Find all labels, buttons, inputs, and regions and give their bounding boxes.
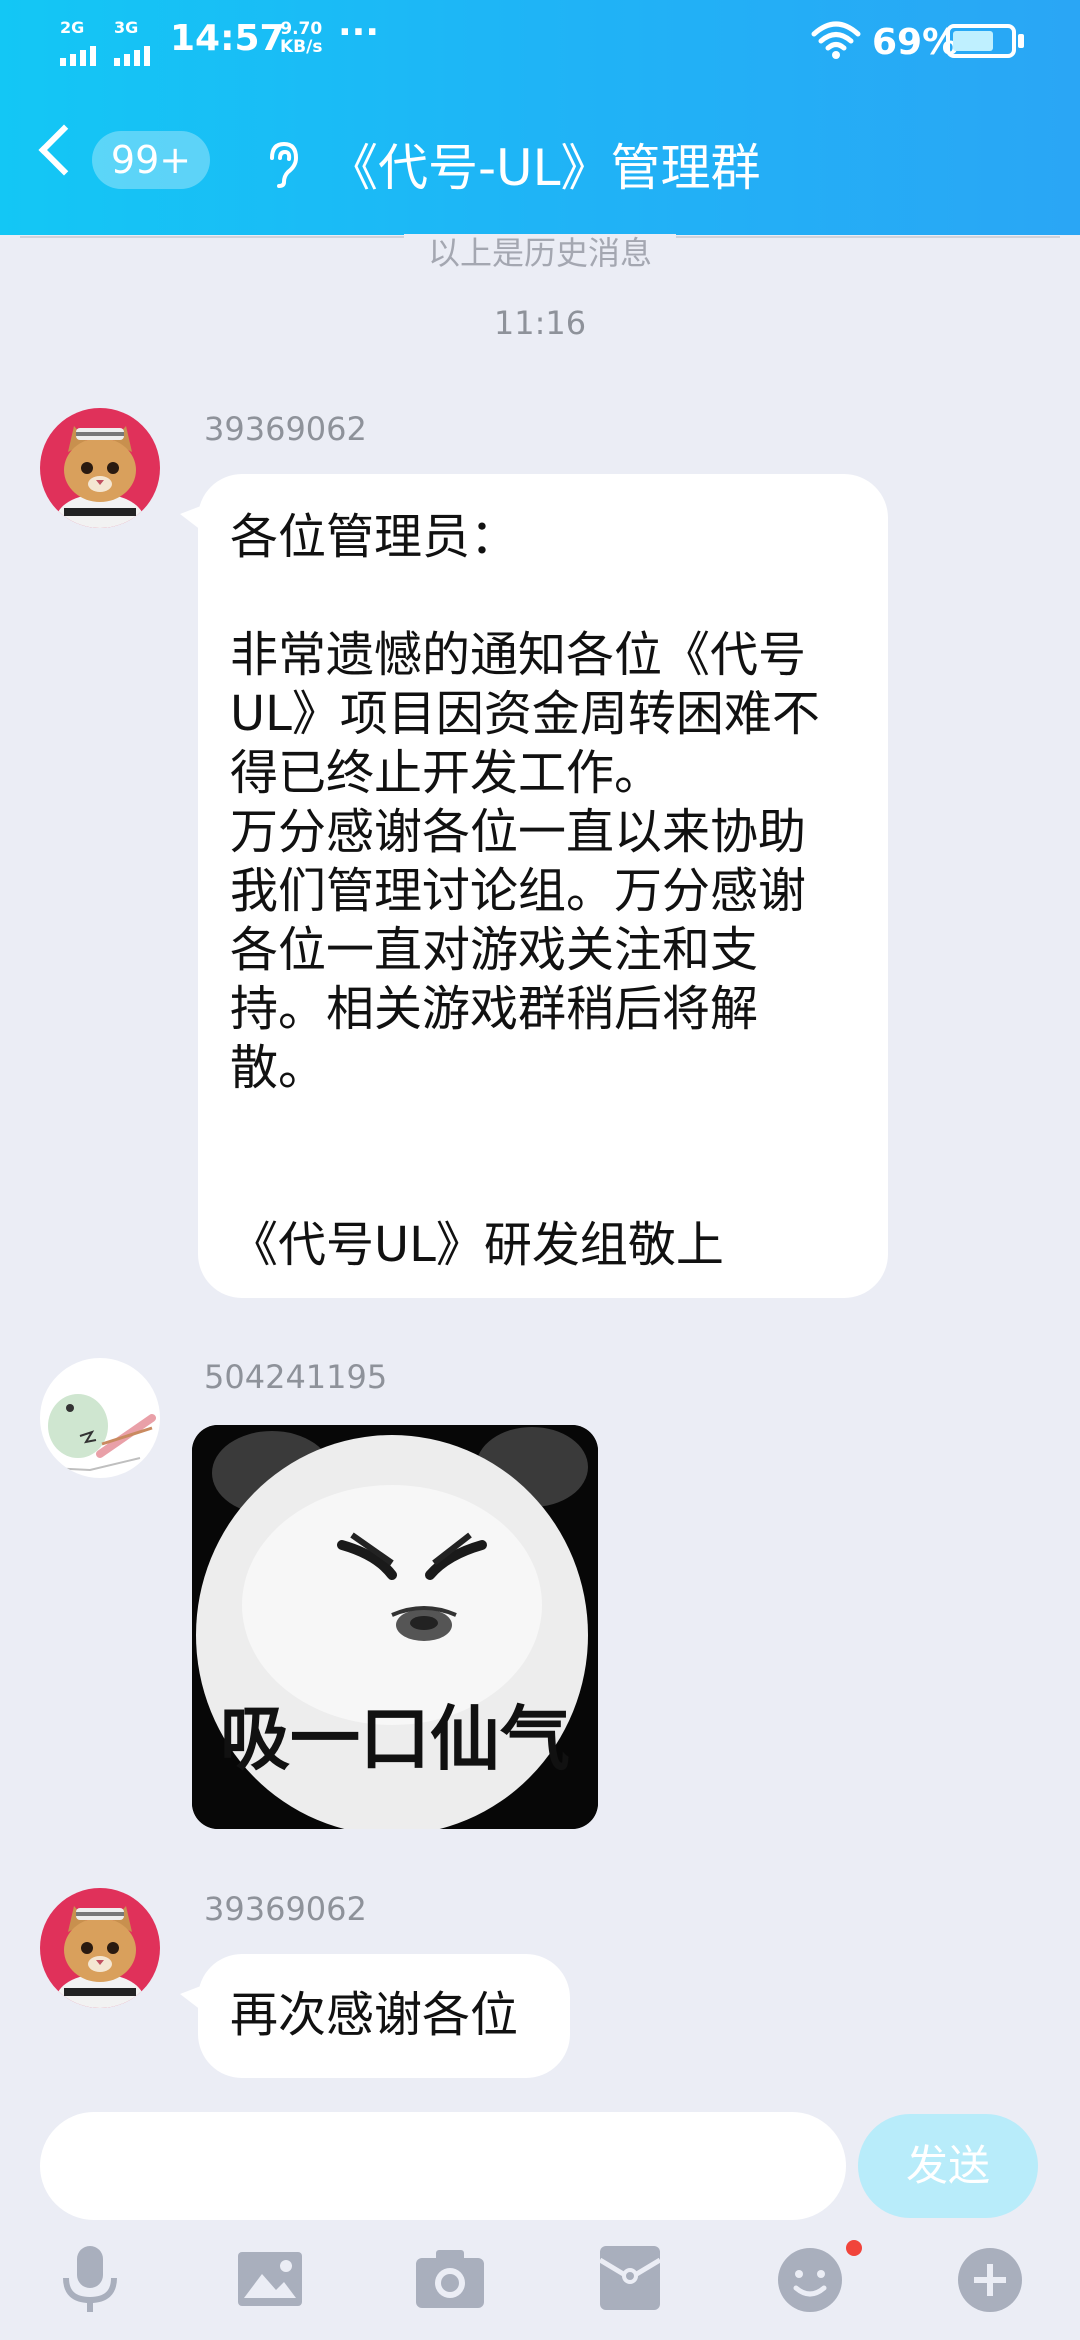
history-divider-text: 以上是历史消息 [403,234,676,272]
avatar[interactable] [40,1358,160,1478]
red-packet-icon[interactable] [590,2238,670,2318]
sender-name: 504241195 [204,1358,388,1396]
more-notifications-icon: ··· [338,12,380,53]
back-arrow-icon[interactable] [38,124,90,176]
status-bar: 2G 3G 14:57 9.70 KB/s ··· 69% [0,0,1080,84]
history-divider: 以上是历史消息 [0,228,1080,274]
network-type-1: 2G [60,18,85,37]
speed-unit: KB/s [280,37,323,57]
message-time-label: 11:16 [493,304,587,342]
microphone-icon[interactable] [50,2238,130,2318]
battery-icon [946,24,1016,58]
unread-count-badge[interactable]: 99+ [92,131,210,189]
message-bubble[interactable]: 再次感谢各位 [180,1954,570,2078]
plus-icon[interactable] [950,2238,1030,2318]
sticker-image[interactable]: 吸一口仙气 [192,1425,598,1829]
clock: 14:57 [170,18,285,59]
message-text: 再次感谢各位 [230,1987,519,2043]
avatar[interactable] [40,408,160,528]
network-type-2: 3G [114,18,139,37]
chat-header: 2G 3G 14:57 9.70 KB/s ··· 69% 99+ 《代号-UL… [0,0,1080,235]
wifi-icon [811,21,861,59]
network-speed: 9.70 KB/s [280,20,322,56]
message-bubble[interactable]: 各位管理员： 非常遗憾的通知各位《代号 UL》项目因资金周转困难不 得已终止开发… [180,474,888,1298]
camera-icon[interactable] [410,2238,490,2318]
earpiece-mode-icon[interactable] [262,138,302,190]
message-text: 各位管理员： 非常遗憾的通知各位《代号 UL》项目因资金周转困难不 得已终止开发… [230,509,820,1273]
sender-name: 39369062 [204,1890,367,1928]
sender-name: 39369062 [204,410,367,448]
image-icon[interactable] [230,2238,310,2318]
avatar[interactable] [40,1888,160,2008]
message-input[interactable] [40,2112,846,2220]
notification-dot [846,2240,862,2256]
send-button[interactable]: 发送 [858,2114,1038,2218]
speed-value: 9.70 [280,19,323,39]
chat-title: 《代号-UL》管理群 [328,139,761,197]
emoji-icon[interactable] [770,2238,850,2318]
sticker-caption: 吸一口仙气 [220,1698,570,1780]
